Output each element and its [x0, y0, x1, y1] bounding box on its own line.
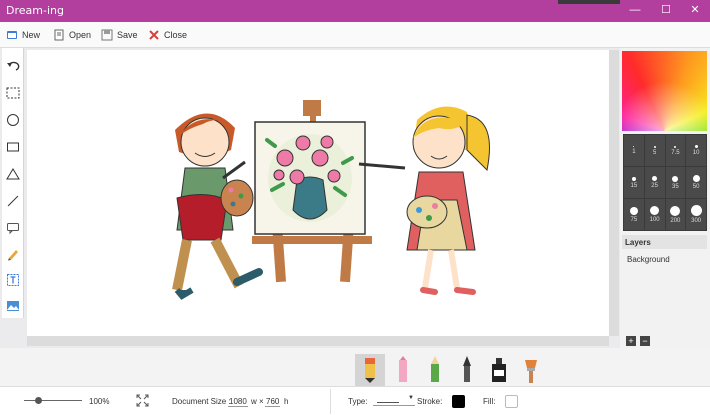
brush-size-option[interactable]: 75	[624, 199, 644, 230]
fit-to-screen-icon[interactable]	[136, 394, 149, 407]
drawing-canvas[interactable]	[27, 50, 609, 336]
type-dropdown[interactable]: ▼	[373, 395, 415, 406]
brush-size-option[interactable]: 7.5	[665, 135, 686, 166]
title-bar: Dream-ing — ☐ ✕	[0, 0, 710, 22]
zoom-slider-thumb[interactable]	[35, 397, 42, 404]
open-icon	[54, 29, 64, 41]
layers-header: Layers	[622, 235, 707, 249]
speech-bubble-icon[interactable]	[5, 220, 21, 236]
text-box-icon[interactable]	[5, 272, 21, 288]
remove-layer-button[interactable]: −	[640, 336, 650, 346]
height-unit-label: h	[284, 397, 289, 406]
save-button[interactable]: Save	[101, 27, 138, 43]
triangle-icon[interactable]	[5, 166, 21, 182]
pencil-icon[interactable]	[5, 246, 21, 262]
pink-pencil-icon	[399, 356, 407, 382]
title-bar-indicator	[558, 0, 620, 4]
image-icon[interactable]	[5, 298, 21, 314]
stroke-label: Stroke:	[417, 397, 443, 406]
paint-brush-icon	[525, 360, 537, 383]
width-times-label: w ×	[251, 397, 264, 406]
brush-size-option[interactable]: 25	[644, 167, 665, 198]
maximize-button[interactable]: ☐	[651, 0, 681, 22]
zoom-slider-track[interactable]	[24, 400, 82, 401]
status-divider	[330, 389, 331, 414]
brush-size-option[interactable]: 15	[624, 167, 644, 198]
document-width-input[interactable]: 1080	[228, 397, 248, 407]
horizontal-scrollbar[interactable]	[27, 336, 609, 346]
close-label: Close	[164, 30, 188, 40]
green-pencil-brush[interactable]	[420, 354, 450, 386]
fill-label: Fill:	[483, 397, 496, 406]
chevron-down-icon: ▼	[408, 395, 414, 401]
green-pencil-icon	[431, 356, 439, 382]
document-height-input[interactable]: 760	[265, 397, 281, 407]
open-button[interactable]: Open	[53, 27, 91, 43]
undo-icon[interactable]	[5, 58, 21, 74]
save-icon	[101, 29, 113, 41]
brush-size-option[interactable]: 10	[686, 135, 706, 166]
line-type-preview	[377, 402, 399, 403]
close-button[interactable]: Close	[148, 27, 187, 43]
layer-item-background[interactable]: Background	[627, 255, 670, 264]
open-label: Open	[69, 30, 92, 40]
status-bar: 100% Document Size : 1080 w × 760 h Type…	[0, 386, 710, 415]
marker-brush[interactable]	[355, 354, 385, 386]
brush-size-option[interactable]: 50	[686, 167, 706, 198]
stroke-color-swatch[interactable]	[452, 395, 465, 408]
brush-size-option[interactable]: 300	[686, 199, 706, 230]
add-layer-button[interactable]: +	[626, 336, 636, 346]
vertical-scrollbar[interactable]	[609, 50, 619, 336]
canvas-illustration	[172, 100, 490, 300]
right-panel: 1 5 7.5 10 15 25 35 50 75 100 200 300 La…	[620, 48, 710, 348]
rect-select-icon[interactable]	[5, 85, 21, 101]
window-title: Dream-ing	[6, 4, 64, 17]
color-picker[interactable]	[622, 51, 707, 131]
brush-size-option[interactable]: 35	[665, 167, 686, 198]
close-window-button[interactable]: ✕	[680, 0, 710, 22]
fill-color-swatch[interactable]	[505, 395, 518, 408]
brush-size-option[interactable]: 1	[624, 135, 644, 166]
marker-icon	[365, 358, 375, 383]
brush-size-option[interactable]: 100	[644, 199, 665, 230]
circle-icon[interactable]	[5, 112, 21, 128]
new-icon	[7, 31, 17, 39]
ink-pen-brush[interactable]	[452, 354, 482, 386]
save-label: Save	[117, 30, 138, 40]
paint-brush-brush[interactable]	[516, 354, 546, 386]
new-button[interactable]: New	[6, 27, 40, 43]
document-size-label: Document Size :	[172, 397, 231, 406]
brush-size-grid: 1 5 7.5 10 15 25 35 50 75 100 200 300	[623, 134, 707, 231]
zoom-level: 100%	[89, 397, 110, 406]
pink-pencil-brush[interactable]	[388, 354, 418, 386]
ink-bottle-icon	[492, 358, 506, 382]
brush-size-option[interactable]: 200	[665, 199, 686, 230]
ink-bottle-brush[interactable]	[484, 354, 514, 386]
type-label: Type:	[348, 397, 368, 406]
rectangle-icon[interactable]	[5, 139, 21, 155]
close-icon	[149, 30, 159, 40]
brush-bar	[0, 348, 710, 386]
new-label: New	[22, 30, 41, 40]
main-toolbar: New Open Save Close	[0, 22, 710, 48]
minimize-button[interactable]: —	[620, 0, 650, 22]
line-icon[interactable]	[5, 193, 21, 209]
brush-size-option[interactable]: 5	[644, 135, 665, 166]
tool-panel	[2, 48, 24, 318]
ink-pen-icon	[463, 356, 471, 382]
